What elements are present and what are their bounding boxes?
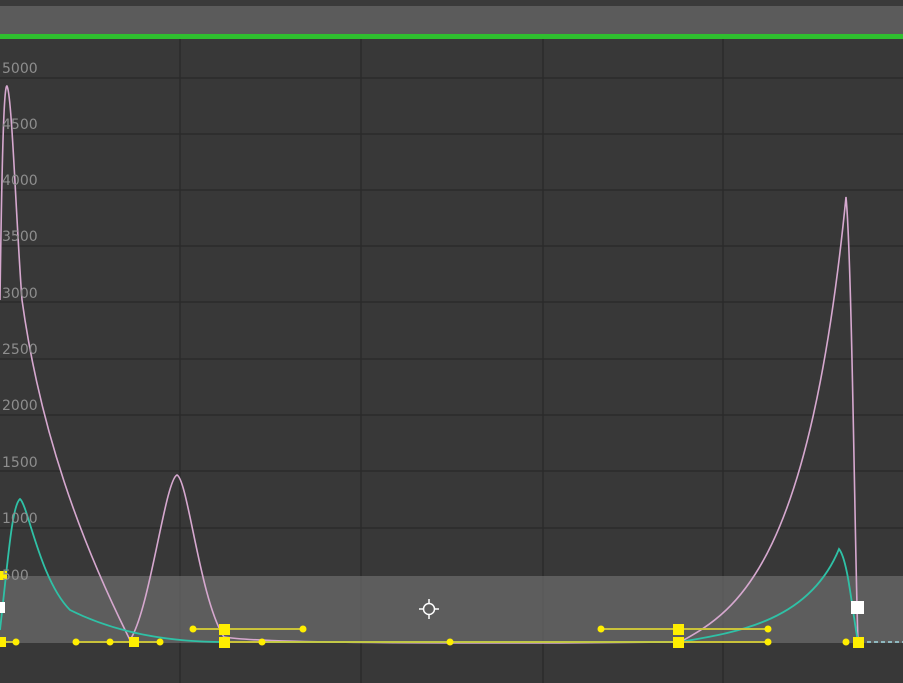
graph-editor-area[interactable]: 5000 4500 4000 3500 3000 2500 2000 1500 …: [0, 39, 903, 683]
y-axis-label: 3500: [2, 229, 38, 245]
frame-ruler[interactable]: [0, 0, 903, 6]
y-axis-label: 500: [2, 568, 29, 584]
y-axis-label: 4500: [2, 117, 38, 133]
y-axis-label: 2500: [2, 342, 38, 358]
y-axis-label: 1500: [2, 455, 38, 471]
y-axis-label: 1000: [2, 511, 38, 527]
graph-header-bar[interactable]: [0, 0, 903, 34]
y-axis-label: 3000: [2, 286, 38, 302]
y-axis-label: 5000: [2, 61, 38, 77]
y-axis-label: 2000: [2, 398, 38, 414]
y-axis-label: 4000: [2, 173, 38, 189]
horizontal-grid-lines: [0, 77, 903, 529]
graph-canvas[interactable]: [0, 39, 903, 683]
pink-animation-curve[interactable]: [0, 85, 859, 644]
